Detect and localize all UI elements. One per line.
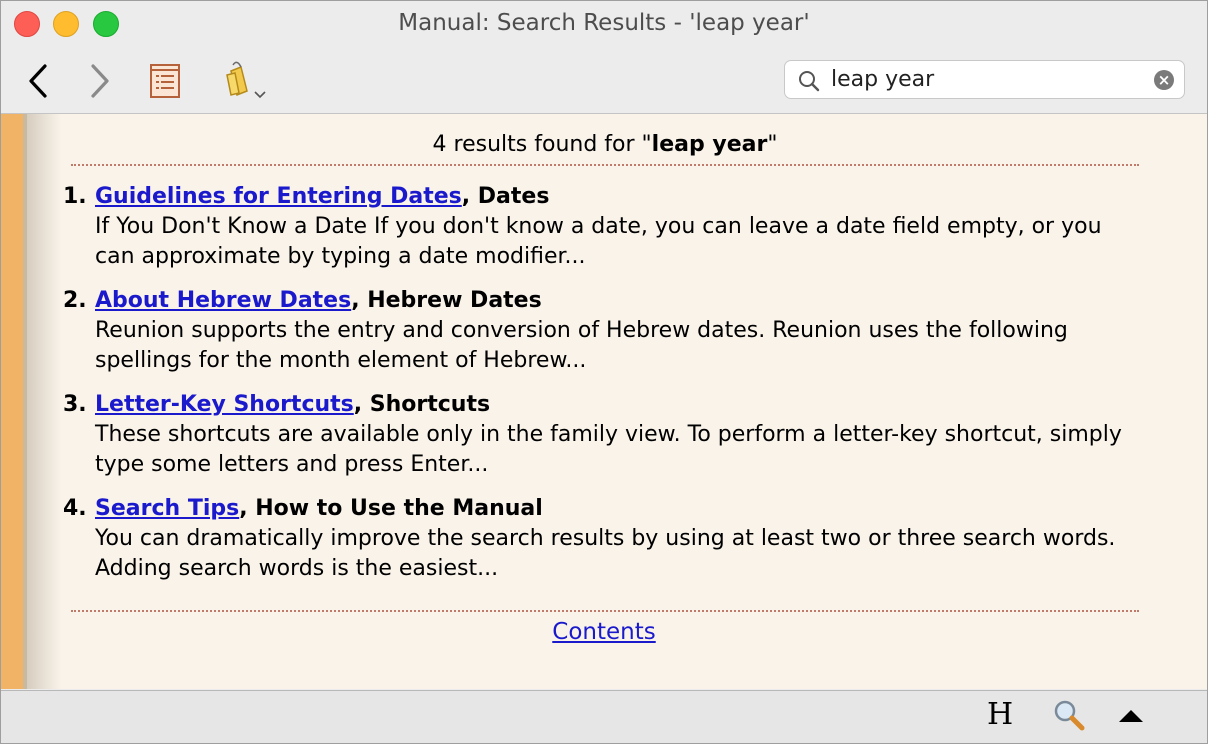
result-link[interactable]: Search Tips [95,496,239,521]
magnifier-icon [1054,700,1085,731]
result-link[interactable]: Letter-Key Shortcuts [95,392,354,417]
result-snippet: You can dramatically improve the search … [95,526,1116,581]
scroll-to-top-button[interactable] [1117,707,1145,729]
results-list: 1. Guidelines for Entering Dates, Dates I… [63,182,1143,598]
summary-prefix: 4 results found for " [432,132,652,157]
result-item: 3. Letter-Key Shortcuts, Shortcuts These … [63,390,1143,480]
result-section: , How to Use the Manual [239,496,543,521]
result-number: 2. [63,288,87,313]
summary-query: leap year [651,132,768,157]
result-section: , Shortcuts [353,392,491,417]
result-link[interactable]: Guidelines for Entering Dates [95,184,462,209]
search-field[interactable]: × [784,60,1185,99]
triangle-up-icon [1119,710,1143,722]
results-pane: 4 results found for "leap year" 1. Guidel… [1,114,1207,689]
toolbar: × [1,47,1207,114]
result-snippet: Reunion supports the entry and conversio… [95,318,1068,373]
contents-link-row: Contents [1,619,1207,645]
bookmark-tag-icon [226,61,266,99]
divider [71,164,1139,166]
result-section: , Hebrew Dates [351,288,542,313]
result-item: 4. Search Tips, How to Use the Manual You… [63,494,1143,584]
forward-button[interactable] [83,63,117,99]
chevron-right-icon [91,64,109,98]
result-number: 1. [63,184,87,209]
bottom-bar: H [1,690,1207,743]
contents-link[interactable]: Contents [552,619,655,645]
bookmarks-menu-button[interactable] [221,61,273,103]
side-stripe [1,114,27,689]
find-button[interactable] [1053,699,1087,735]
result-link[interactable]: About Hebrew Dates [95,288,351,313]
history-button[interactable]: H [987,697,1013,732]
search-icon [799,71,820,92]
manual-window: Manual: Search Results - 'leap year' lea… [0,0,1208,744]
summary-suffix: " [767,132,778,157]
result-section: , Dates [461,184,550,209]
window-title: Manual: Search Results - 'leap year' [398,10,810,36]
chevron-left-icon [29,64,47,98]
list-page-icon [150,64,180,98]
result-item: 1. Guidelines for Entering Dates, Dates I… [63,182,1143,272]
search-input[interactable] [831,65,1141,93]
divider [71,610,1139,612]
stripe-shadow [27,114,61,689]
result-snippet: If You Don't Know a Date If you don't kn… [95,214,1102,269]
results-summary: 4 results found for "leap year" [71,132,1139,157]
result-number: 3. [63,392,87,417]
result-number: 4. [63,496,87,521]
result-item: 2. About Hebrew Dates, Hebrew Dates Reuni… [63,286,1143,376]
result-snippet: These shortcuts are available only in th… [95,422,1122,477]
table-of-contents-button[interactable] [147,61,183,101]
back-button[interactable] [21,63,55,99]
title-bar: Manual: Search Results - 'leap year' [1,1,1207,47]
clear-search-icon[interactable]: × [1154,70,1174,90]
